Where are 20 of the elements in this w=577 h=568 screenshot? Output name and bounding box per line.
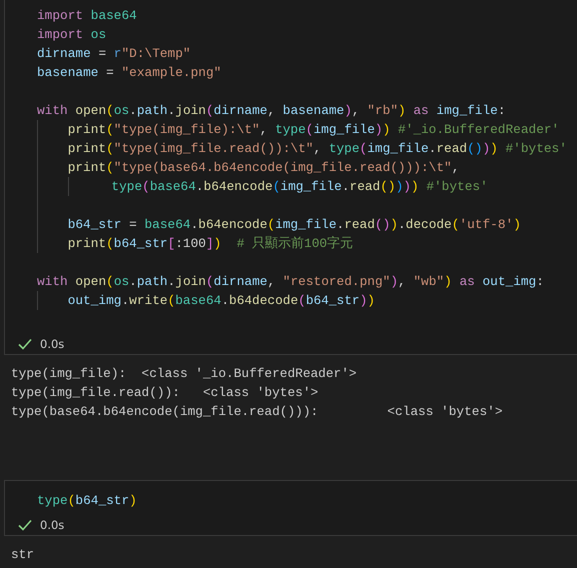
output-line: type(base64.b64encode(img_file.read())): <class 'bytes'> <box>11 403 504 421</box>
code-line: with open(os.path.join(dirname, basename), "rb") as img_file: <box>37 102 507 120</box>
output-line: str <box>11 546 36 564</box>
code-line: dirname = r"D:\Temp" <box>37 45 192 63</box>
code-line: print("type(img_file):\t", type(img_file)) #'_io.BufferedReader' <box>68 121 560 139</box>
code-line: type(base64.b64encode(img_file.read()))) #'bytes' <box>110 178 489 196</box>
code-line: type(b64_str) <box>37 492 138 510</box>
code-line: import os <box>37 26 108 44</box>
output-line: type(img_file): <class '_io.BufferedReader'> <box>11 365 358 383</box>
code-line: print(b64_str[:100]) # 只顯示前100字元 <box>68 235 354 253</box>
duration-text: 0.0s <box>40 337 64 351</box>
code-line: print("type(base64.b64encode(img_file.read())):\t", <box>68 159 460 177</box>
code-line: with open(os.path.join(dirname, "restored.png"), "wb") as out_img: <box>37 273 545 291</box>
output-line: type(img_file.read()): <class 'bytes'> <box>11 384 320 402</box>
code-line: b64_str = base64.b64encode(img_file.read()).decode('utf-8') <box>68 216 522 234</box>
code-line: basename = "example.png" <box>37 64 222 82</box>
duration-text: 0.0s <box>40 518 64 532</box>
code-line: out_img.write(base64.b64decode(b64_str)) <box>68 292 376 310</box>
code-line: import base64 <box>37 7 138 25</box>
code-line: print("type(img_file.read()):\t", type(img_file.read())) #'bytes' <box>68 140 568 158</box>
